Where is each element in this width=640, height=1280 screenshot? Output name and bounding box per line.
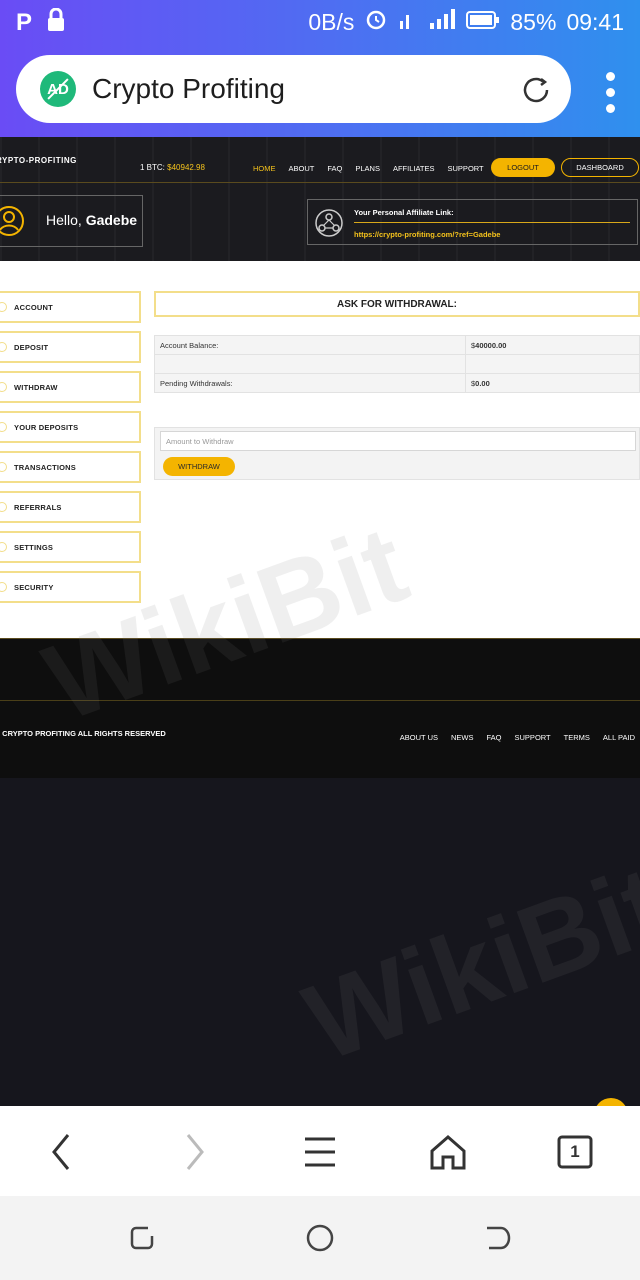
footer-all-paid[interactable]: ALL PAID <box>603 733 635 742</box>
balance-value: $40000.00 <box>465 335 640 355</box>
address-bar[interactable]: AD Crypto Profiting <box>16 55 571 123</box>
balance-table: Account Balance: $40000.00 Pending Withd… <box>154 335 640 393</box>
security-icon <box>0 582 7 592</box>
status-bar: P 0B/s 85% 09:41 <box>0 0 640 44</box>
lock-icon <box>46 7 66 37</box>
overflow-menu-icon[interactable] <box>606 72 616 113</box>
withdraw-panel-title: ASK FOR WITHDRAWAL: <box>154 291 640 317</box>
site-footer: . CRYPTO PROFITING ALL RIGHTS RESERVED A… <box>0 638 640 778</box>
nav-support[interactable]: SUPPORT <box>448 164 484 173</box>
logout-button[interactable]: LOGOUT <box>491 158 555 177</box>
footer-faq[interactable]: FAQ <box>487 733 502 742</box>
ad-block-icon[interactable]: AD <box>40 71 76 107</box>
footer-support[interactable]: SUPPORT <box>515 733 551 742</box>
site-header: RYPTO-PROFITING 1 BTC: $40942.98 HOME AB… <box>0 137 640 261</box>
user-icon <box>0 204 27 243</box>
tabs-icon[interactable]: 1 <box>553 1130 597 1174</box>
site-logo[interactable]: RYPTO-PROFITING <box>0 156 77 165</box>
sidebar-item-referrals[interactable]: REFERRALS <box>0 491 141 523</box>
divider <box>0 182 640 183</box>
back-button-icon[interactable] <box>480 1220 516 1256</box>
system-nav-bar <box>0 1196 640 1280</box>
reload-icon[interactable] <box>519 73 553 112</box>
home-icon[interactable] <box>426 1130 470 1174</box>
table-row: Account Balance: $40000.00 <box>154 335 640 355</box>
account-icon <box>0 302 7 312</box>
greeting-text: Hello, Gadebe <box>46 212 138 228</box>
btc-price: 1 BTC: $40942.98 <box>140 163 205 172</box>
greeting-card: Hello, Gadebe <box>0 195 143 247</box>
amount-input[interactable] <box>160 431 636 451</box>
transactions-icon <box>0 462 7 472</box>
table-row: Pending Withdrawals: $0.00 <box>154 373 640 393</box>
net-speed: 0B/s <box>308 8 355 35</box>
settings-icon <box>0 542 7 552</box>
sidebar-item-settings[interactable]: SETTINGS <box>0 531 141 563</box>
nav-plans[interactable]: PLANS <box>355 164 380 173</box>
page-title: Crypto Profiting <box>92 73 285 104</box>
affiliate-link[interactable]: https://crypto-profiting.com/?ref=Gadebe <box>354 230 500 239</box>
clock: 09:41 <box>566 8 624 35</box>
tab-count: 1 <box>570 1142 580 1161</box>
sidebar-item-account[interactable]: ACCOUNT <box>0 291 141 323</box>
sidebar-item-your-deposits[interactable]: YOUR DEPOSITS <box>0 411 141 443</box>
main-content: ACCOUNT DEPOSIT WITHDRAW YOUR DEPOSITS T… <box>0 261 640 639</box>
balance-label: Account Balance: <box>154 335 466 355</box>
nav-home[interactable]: HOME <box>253 164 276 173</box>
parking-icon: P <box>16 8 33 36</box>
nav-affiliates[interactable]: AFFILIATES <box>393 164 435 173</box>
top-nav: RYPTO-PROFITING 1 BTC: $40942.98 HOME AB… <box>0 147 640 177</box>
alarm-icon <box>364 7 388 37</box>
deposit-icon <box>0 342 7 352</box>
copyright-text: . CRYPTO PROFITING ALL RIGHTS RESERVED <box>0 729 166 738</box>
dashboard-button[interactable]: DASHBOARD <box>561 158 639 177</box>
browser-chrome: P 0B/s 85% 09:41 AD Crypto Profiting <box>0 0 640 137</box>
nav-faq[interactable]: FAQ <box>327 164 342 173</box>
affiliate-title: Your Personal Affiliate Link: <box>354 208 454 217</box>
sidebar-item-deposit[interactable]: DEPOSIT <box>0 331 141 363</box>
nav-about[interactable]: ABOUT <box>289 164 315 173</box>
deposits-icon <box>0 422 7 432</box>
footer-terms[interactable]: TERMS <box>564 733 590 742</box>
cell-signal-icon <box>428 7 456 37</box>
forward-icon[interactable] <box>172 1130 216 1174</box>
footer-about-us[interactable]: ABOUT US <box>400 733 438 742</box>
table-row <box>154 354 640 374</box>
recent-apps-icon[interactable] <box>124 1220 160 1256</box>
browser-toolbar: 1 <box>0 1106 640 1196</box>
back-icon[interactable] <box>40 1130 84 1174</box>
pending-value: $0.00 <box>465 373 640 393</box>
referrals-icon <box>0 502 7 512</box>
sidebar-item-security[interactable]: SECURITY <box>0 571 141 603</box>
battery-percent: 85% <box>510 8 557 35</box>
withdraw-form: WITHDRAW <box>154 427 640 480</box>
withdraw-icon <box>0 382 7 392</box>
sidebar-item-withdraw[interactable]: WITHDRAW <box>0 371 141 403</box>
sidebar-item-transactions[interactable]: TRANSACTIONS <box>0 451 141 483</box>
pending-label: Pending Withdrawals: <box>154 373 466 393</box>
network-icon <box>314 208 344 243</box>
footer-news[interactable]: NEWS <box>451 733 474 742</box>
data-signal-icon <box>398 7 418 37</box>
affiliate-card: Your Personal Affiliate Link: https://cr… <box>307 199 638 245</box>
page-background <box>0 778 640 1106</box>
menu-icon[interactable] <box>298 1130 342 1174</box>
home-button-icon[interactable] <box>302 1220 338 1256</box>
withdraw-button[interactable]: WITHDRAW <box>163 457 235 476</box>
battery-icon <box>466 9 500 36</box>
